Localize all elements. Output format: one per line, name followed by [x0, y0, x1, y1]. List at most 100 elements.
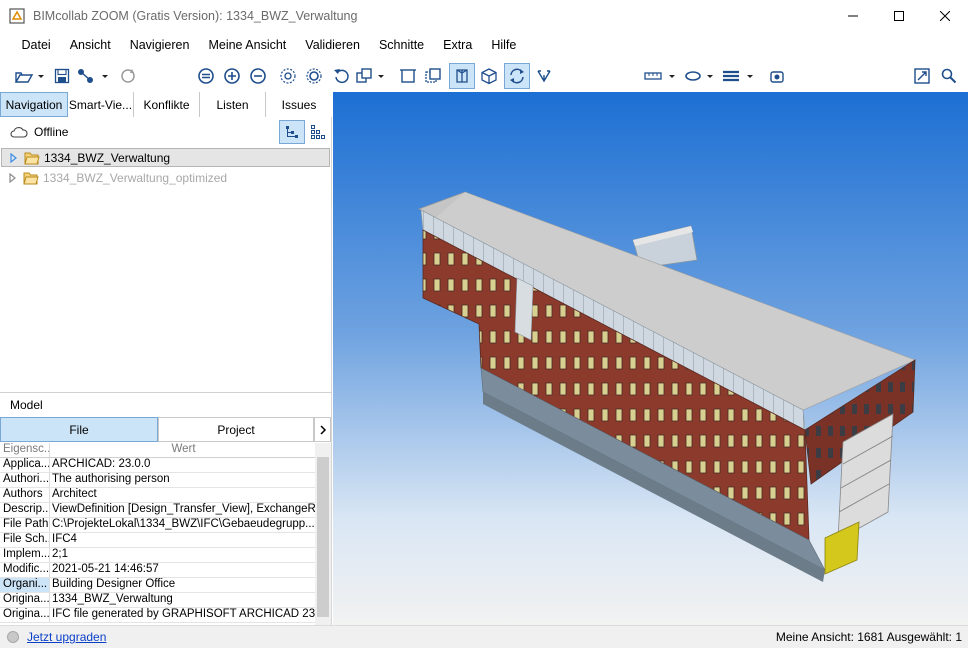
ruler-icon: [644, 72, 675, 80]
menu-extra[interactable]: Extra: [434, 38, 482, 52]
expand-icon[interactable]: [8, 152, 20, 163]
camera-icon: [770, 71, 784, 83]
property-value: Building Designer Office: [52, 578, 176, 590]
tree-item-model-optimized[interactable]: 1334_BWZ_Verwaltung_optimized: [1, 168, 330, 187]
table-row[interactable]: Authori... The authorising person: [0, 473, 315, 488]
menu-schnitte[interactable]: Schnitte: [369, 38, 433, 52]
property-key: Origina...: [0, 608, 50, 622]
menu-datei[interactable]: Datei: [12, 38, 60, 52]
column-header-value[interactable]: Wert: [50, 443, 315, 457]
walk-button[interactable]: [533, 63, 555, 89]
perspective-button[interactable]: [449, 63, 475, 89]
tree-item-label: 1334_BWZ_Verwaltung_optimized: [43, 170, 228, 185]
property-value: IFC4: [52, 533, 77, 545]
expand-icon[interactable]: [7, 172, 19, 183]
tab-navigation[interactable]: Navigation: [0, 92, 68, 117]
menu-bar: Datei Ansicht Navigieren Meine Ansicht V…: [0, 32, 968, 58]
table-row[interactable]: Origina... IFC file generated by GRAPHISO…: [0, 608, 315, 623]
table-row[interactable]: Organi... Building Designer Office: [0, 578, 315, 593]
ellipse-icon: [685, 71, 713, 81]
show-all-button[interactable]: [303, 63, 325, 89]
copy-icon: [425, 68, 441, 83]
share-button[interactable]: [76, 63, 112, 89]
measure-button[interactable]: [643, 63, 681, 89]
cloud-status-row: Offline: [0, 120, 332, 144]
screenshot-button[interactable]: [766, 63, 788, 89]
property-key: Origina...: [0, 593, 50, 607]
remove-selection-button[interactable]: [247, 63, 269, 89]
properties-scrollbar[interactable]: [315, 443, 331, 625]
hide-button[interactable]: [195, 63, 217, 89]
search-icon: [941, 68, 957, 84]
tab-scroll-right-button[interactable]: [314, 417, 331, 442]
tree-item-label: 1334_BWZ_Verwaltung: [44, 150, 171, 165]
orbit-button[interactable]: [504, 63, 530, 89]
tab-smart-views[interactable]: Smart-Vie...: [68, 92, 134, 117]
model-panel-header: Model: [0, 392, 332, 416]
property-value: C:\ProjekteLokal\1334_BWZ\IFC\Gebaeudegr…: [52, 518, 315, 530]
scrollbar-thumb[interactable]: [317, 457, 329, 617]
box-view-button[interactable]: [355, 63, 389, 89]
left-tabs: Navigation Smart-Vie... Konflikte Listen…: [0, 92, 332, 117]
upgrade-link[interactable]: Jetzt upgraden: [27, 630, 106, 644]
tree-view-icon: [286, 126, 298, 138]
tree-item-model[interactable]: 1334_BWZ_Verwaltung: [1, 148, 330, 167]
tab-listen[interactable]: Listen: [200, 92, 266, 117]
building-model[interactable]: [333, 92, 968, 625]
tab-issues[interactable]: Issues: [266, 92, 332, 117]
tree-view-button[interactable]: [279, 120, 305, 144]
column-header-property[interactable]: Eigensc...: [0, 443, 50, 457]
tab-project[interactable]: Project: [158, 417, 314, 442]
reset-view-button[interactable]: [332, 63, 352, 89]
save-button[interactable]: [52, 63, 72, 89]
menu-validieren[interactable]: Validieren: [296, 38, 370, 52]
add-selection-button[interactable]: [221, 63, 243, 89]
fullscreen-icon: [914, 68, 930, 84]
table-row[interactable]: Modific... 2021-05-21 14:46:57: [0, 563, 315, 578]
shape-button[interactable]: [683, 63, 719, 89]
table-row[interactable]: Implem... 2;1: [0, 548, 315, 563]
table-row[interactable]: File Sch... IFC4: [0, 533, 315, 548]
table-row[interactable]: Origina... 1334_BWZ_Verwaltung: [0, 593, 315, 608]
window-title: BIMcollab ZOOM (Gratis Version): 1334_BW…: [33, 9, 358, 23]
tab-file[interactable]: File: [0, 417, 158, 442]
section-box-button[interactable]: [397, 63, 419, 89]
cloud-icon: [10, 127, 28, 138]
minimize-button[interactable]: [830, 0, 876, 32]
toolbar: [0, 60, 968, 92]
grid-view-button[interactable]: [305, 120, 331, 144]
sync-button[interactable]: [118, 63, 138, 89]
tab-konflikte[interactable]: Konflikte: [134, 92, 200, 117]
search-button[interactable]: [938, 63, 960, 89]
chevron-right-icon: [319, 424, 326, 435]
folder-icon: [24, 152, 40, 164]
menu-ansicht[interactable]: Ansicht: [60, 38, 120, 52]
copy-view-button[interactable]: [422, 63, 444, 89]
property-key: Applica...: [0, 458, 50, 472]
maximize-button[interactable]: [876, 0, 922, 32]
plus-circle-icon: [224, 68, 240, 84]
table-header: Eigensc... Wert: [0, 443, 315, 458]
menu-meine-ansicht[interactable]: Meine Ansicht: [199, 38, 296, 52]
table-row[interactable]: Applica... ARCHICAD: 23.0.0: [0, 458, 315, 473]
isolate-button[interactable]: [277, 63, 299, 89]
model-tabs: File Project: [0, 417, 332, 442]
property-value: ViewDefinition [Design_Transfer_View], E…: [52, 503, 315, 515]
property-value: The authorising person: [52, 473, 170, 485]
save-icon: [54, 68, 70, 84]
section-box-icon: [400, 69, 416, 83]
fullscreen-button[interactable]: [911, 63, 933, 89]
table-row[interactable]: Authors Architect: [0, 488, 315, 503]
orthographic-button[interactable]: [478, 63, 500, 89]
close-button[interactable]: [922, 0, 968, 32]
3d-viewport[interactable]: [333, 92, 968, 625]
orbit-icon: [510, 68, 524, 84]
menu-navigieren[interactable]: Navigieren: [120, 38, 199, 52]
table-row[interactable]: Descrip... ViewDefinition [Design_Transfe…: [0, 503, 315, 518]
property-key: File Path: [0, 518, 50, 532]
table-row[interactable]: File Path C:\ProjekteLokal\1334_BWZ\IFC\G…: [0, 518, 315, 533]
property-key: Authori...: [0, 473, 50, 487]
line-style-button[interactable]: [721, 63, 759, 89]
menu-hilfe[interactable]: Hilfe: [482, 38, 526, 52]
open-file-button[interactable]: [12, 63, 46, 89]
